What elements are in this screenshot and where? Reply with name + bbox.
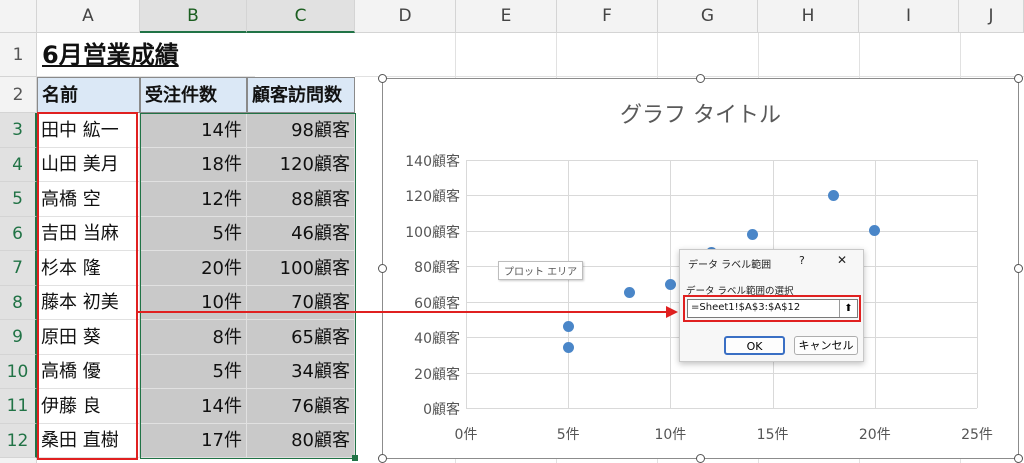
y-tick-label: 120顧客 — [405, 189, 460, 206]
y-tick-label: 60顧客 — [414, 295, 460, 312]
dialog-title: データ ラベル範囲 — [688, 260, 772, 271]
row-header-7[interactable]: 7 — [0, 251, 37, 286]
name-range-highlight — [37, 112, 138, 460]
select-all-corner[interactable] — [0, 0, 37, 33]
row-header-12[interactable]: 12 — [0, 424, 37, 458]
h-gridline — [466, 160, 977, 161]
row-header-8[interactable]: 8 — [0, 286, 37, 320]
y-tick-label: 140顧客 — [405, 154, 460, 170]
column-header-g[interactable]: G — [658, 0, 758, 33]
h-gridline — [466, 372, 977, 374]
v-gridline — [977, 160, 978, 408]
x-tick-label: 15件 — [756, 427, 789, 443]
ok-button[interactable]: OK — [724, 336, 785, 355]
help-button[interactable]: ? — [799, 254, 805, 267]
row-header-1[interactable]: 1 — [0, 33, 37, 77]
range-input[interactable]: =Sheet1!$A$3:$A$12 ⬆ — [687, 299, 858, 318]
h-gridline — [466, 408, 977, 409]
sheet-title[interactable]: 6月営業成績 — [37, 33, 255, 77]
range-input-value: =Sheet1!$A$3:$A$12 — [691, 302, 801, 313]
header-orders[interactable]: 受注件数 — [140, 77, 247, 113]
row-header-2[interactable]: 2 — [0, 77, 37, 113]
column-header-e[interactable]: E — [456, 0, 557, 33]
column-header-d[interactable]: D — [355, 0, 456, 33]
header-visits[interactable]: 顧客訪問数 — [247, 77, 355, 113]
data-point[interactable] — [869, 225, 881, 237]
resize-handle-left[interactable] — [378, 264, 387, 273]
fill-handle[interactable] — [352, 455, 358, 461]
v-gridline — [466, 160, 467, 408]
y-tick-label: 20顧客 — [414, 366, 460, 383]
x-tick-label: 0件 — [454, 427, 478, 443]
cancel-button[interactable]: キャンセル — [794, 336, 858, 355]
v-gridline — [874, 160, 876, 408]
data-point[interactable] — [562, 321, 574, 332]
row-header-3[interactable]: 3 — [0, 113, 37, 148]
close-icon[interactable]: ✕ — [837, 253, 847, 267]
x-axis-labels — [0, 0, 1, 1]
row-header-6[interactable]: 6 — [0, 217, 37, 251]
data-point[interactable] — [828, 189, 840, 201]
resize-handle-top-right[interactable] — [1014, 74, 1023, 83]
plot-area-tooltip: プロット エリア — [498, 261, 584, 280]
column-header-i[interactable]: I — [859, 0, 959, 33]
row-header-11[interactable]: 11 — [0, 389, 37, 424]
x-tick-label: 5件 — [556, 427, 580, 443]
header-name[interactable]: 名前 — [37, 77, 140, 113]
row-header-10[interactable]: 10 — [0, 355, 37, 389]
row-header-5[interactable]: 5 — [0, 182, 37, 217]
data-label-range-dialog[interactable]: データ ラベル範囲 ? ✕ データ ラベル範囲の選択 =Sheet1!$A$3:… — [679, 249, 864, 362]
column-header-f[interactable]: F — [557, 0, 658, 33]
column-header-h[interactable]: H — [758, 0, 859, 33]
row-header-9[interactable]: 9 — [0, 320, 37, 355]
data-point[interactable] — [746, 228, 758, 240]
column-header-c[interactable]: C — [247, 0, 355, 33]
resize-handle-bottom-right[interactable] — [1014, 454, 1023, 463]
column-header-j[interactable]: J — [959, 0, 1024, 33]
h-gridline — [466, 195, 977, 197]
v-gridline — [568, 160, 570, 408]
resize-handle-top[interactable] — [696, 74, 705, 83]
column-header-b[interactable]: B — [140, 0, 247, 33]
resize-handle-right[interactable] — [1014, 264, 1023, 273]
resize-handle-top-left[interactable] — [378, 74, 387, 83]
y-tick-label: 80顧客 — [414, 260, 460, 277]
connector-arrowhead — [666, 306, 678, 318]
y-tick-label: 0顧客 — [423, 402, 460, 418]
row-header-4[interactable]: 4 — [0, 148, 37, 182]
row-header-13[interactable] — [0, 458, 37, 463]
x-tick-label: 25件 — [961, 427, 993, 443]
y-tick-label: 40顧客 — [414, 331, 460, 348]
data-point[interactable] — [624, 287, 636, 299]
y-tick-label: 100顧客 — [405, 224, 460, 241]
resize-handle-bottom[interactable] — [696, 454, 705, 463]
collapse-dialog-icon[interactable]: ⬆ — [839, 300, 857, 317]
y-axis-labels — [378, 0, 379, 1]
data-point[interactable] — [664, 278, 676, 290]
data-point[interactable] — [562, 342, 574, 354]
x-tick-label: 20件 — [858, 427, 891, 443]
h-gridline — [466, 230, 977, 232]
selected-range-border — [140, 113, 356, 459]
resize-handle-bottom-left[interactable] — [378, 454, 387, 463]
x-tick-label: 10件 — [654, 427, 687, 443]
chart-title[interactable]: グラフ タイトル — [382, 97, 1019, 129]
column-header-a[interactable]: A — [37, 0, 140, 33]
